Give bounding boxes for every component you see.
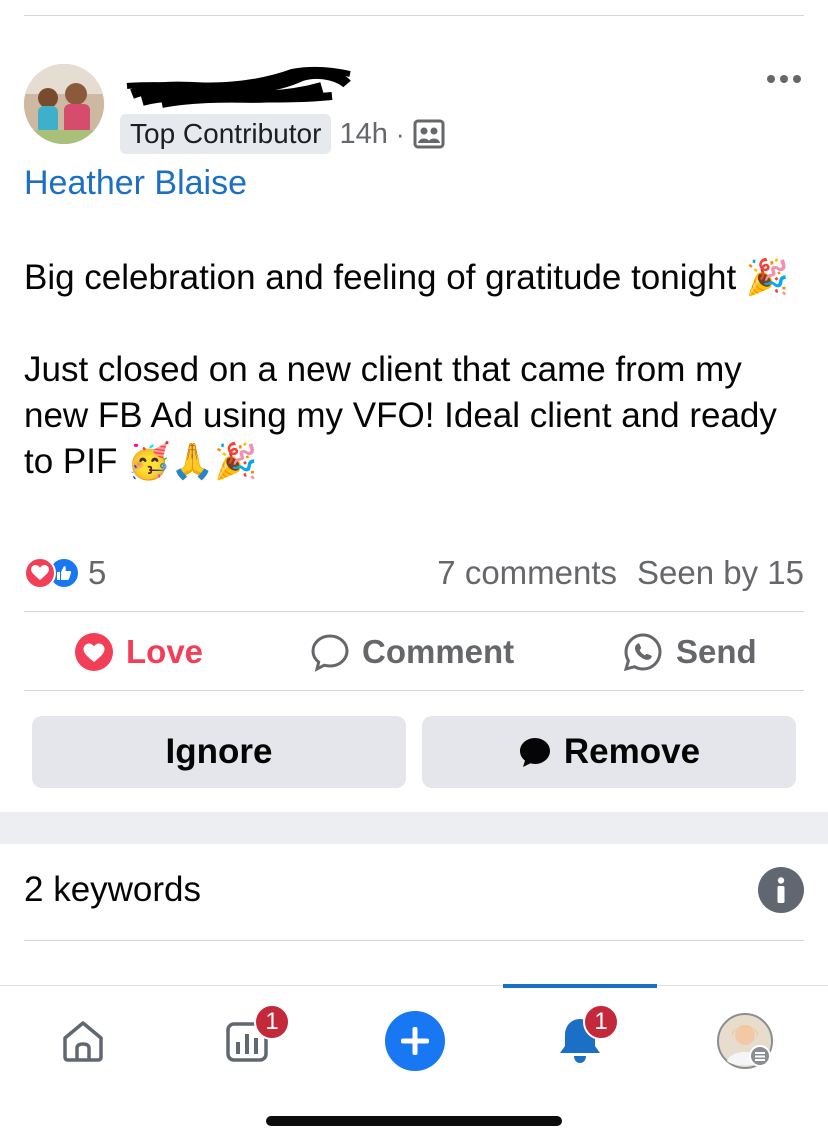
comment-label: Comment [362, 633, 515, 670]
nav-insights[interactable]: 1 [212, 1004, 290, 1076]
moderation-buttons: Ignore Remove [32, 716, 796, 788]
post-stats: 5 7 comments Seen by 15 [24, 548, 804, 598]
meta-separator: · [395, 118, 405, 149]
comments-count[interactable]: 7 comments [437, 554, 617, 592]
more-options-icon[interactable] [766, 72, 802, 86]
celebration-emojis: 🥳🙏🎉 [127, 442, 258, 482]
active-tab-indicator [503, 984, 657, 988]
nav-notifications[interactable]: 1 [545, 1004, 619, 1076]
whatsapp-send-icon [623, 633, 662, 672]
comment-icon [311, 634, 349, 672]
redacted-name-scribble [126, 66, 351, 108]
send-label: Send [676, 633, 757, 670]
notifications-badge: 1 [583, 1004, 619, 1040]
reaction-count: 5 [88, 554, 107, 591]
keywords-divider [24, 940, 804, 941]
stats-right: 7 comments Seen by 15 [437, 554, 804, 592]
comment-button[interactable]: Comment [310, 632, 514, 672]
actions-bottom-divider [24, 690, 804, 691]
nav-home[interactable] [48, 1006, 118, 1076]
post-actions: Love Comment Send [24, 615, 804, 689]
remove-button[interactable]: Remove [422, 716, 796, 788]
remove-label: Remove [563, 732, 701, 771]
nav-create[interactable] [380, 1006, 450, 1076]
ignore-label: Ignore [165, 732, 273, 771]
love-button[interactable]: Love [74, 632, 203, 672]
love-reaction-icon [24, 557, 56, 589]
home-icon [63, 1021, 103, 1062]
love-label: Love [126, 633, 204, 670]
profile-avatar [717, 1013, 773, 1069]
top-divider [24, 15, 804, 16]
group-icon [413, 119, 444, 149]
keywords-label: 2 keywords [24, 870, 202, 909]
top-contributor-badge: Top Contributor [120, 114, 332, 154]
bottom-nav: 1 1 [0, 984, 828, 1085]
reaction-icons[interactable]: 5 [24, 554, 106, 592]
nav-profile[interactable] [710, 1006, 780, 1076]
party-popper-emoji: 🎉 [745, 258, 790, 298]
section-separator [0, 812, 828, 844]
plus-icon [385, 1011, 445, 1071]
insights-badge: 1 [254, 1004, 290, 1040]
speech-bubble-icon [519, 738, 550, 767]
author-name[interactable]: Heather Blaise [24, 164, 247, 203]
seen-by-count[interactable]: Seen by 15 [637, 554, 804, 592]
info-icon[interactable] [758, 867, 804, 913]
post-paragraph-1: Big celebration and feeling of gratitude… [24, 255, 798, 301]
love-icon [75, 633, 113, 671]
post-meta: Top Contributor 14h · [120, 114, 445, 154]
post-paragraph-2: Just closed on a new client that came fr… [24, 347, 798, 485]
ignore-button[interactable]: Ignore [32, 716, 406, 788]
send-button[interactable]: Send [622, 631, 757, 673]
actions-top-divider [24, 611, 804, 612]
post-text-1: Big celebration and feeling of gratitude… [24, 258, 737, 297]
group-avatar[interactable] [24, 64, 104, 144]
home-indicator [266, 1116, 562, 1126]
post-time[interactable]: 14h [339, 118, 387, 151]
keywords-row[interactable]: 2 keywords [24, 860, 804, 920]
post-body: Big celebration and feeling of gratitude… [24, 255, 798, 485]
